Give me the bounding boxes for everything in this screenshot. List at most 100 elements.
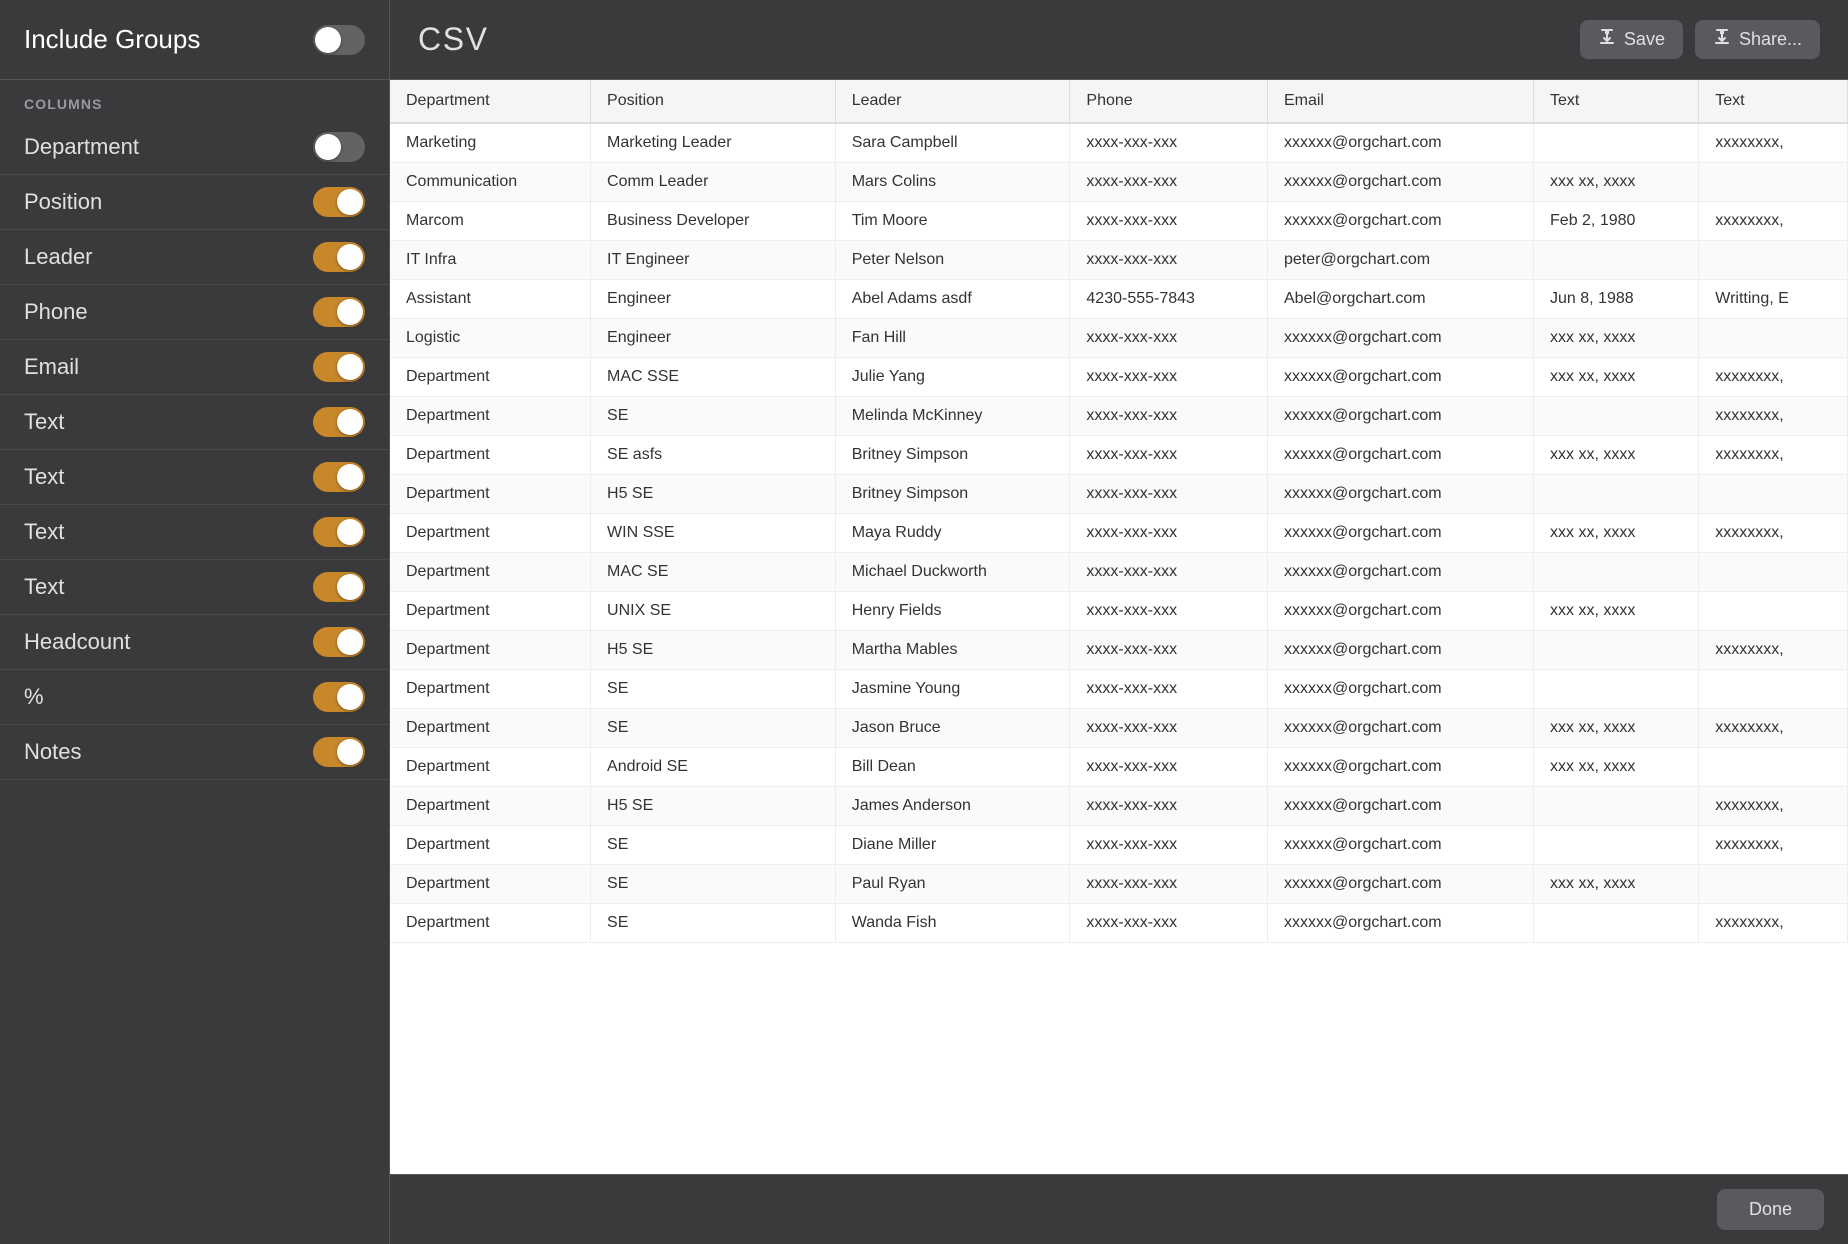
table-cell: Abel@orgchart.com: [1267, 280, 1533, 319]
table-row: CommunicationComm LeaderMars Colinsxxxx-…: [390, 163, 1848, 202]
table-cell: [1699, 163, 1848, 202]
column-toggle[interactable]: [313, 242, 365, 272]
table-column-header: Email: [1267, 80, 1533, 123]
table-cell: [1699, 319, 1848, 358]
table-cell: Britney Simpson: [835, 436, 1070, 475]
share-button[interactable]: Share...: [1695, 20, 1820, 59]
table-cell: xxxx-xxx-xxx: [1070, 670, 1268, 709]
table-cell: H5 SE: [591, 475, 836, 514]
table-cell: xxx xx, xxxx: [1534, 358, 1699, 397]
column-toggle[interactable]: [313, 517, 365, 547]
table-cell: xxxx-xxx-xxx: [1070, 826, 1268, 865]
table-cell: Britney Simpson: [835, 475, 1070, 514]
table-cell: xxxxxx@orgchart.com: [1267, 163, 1533, 202]
table-column-header: Position: [591, 80, 836, 123]
table-cell: Marketing Leader: [591, 123, 836, 163]
table-cell: xxx xx, xxxx: [1534, 709, 1699, 748]
table-cell: Tim Moore: [835, 202, 1070, 241]
save-label: Save: [1624, 29, 1665, 50]
table-cell: [1534, 787, 1699, 826]
column-item: Headcount: [0, 615, 389, 670]
table-cell: Abel Adams asdf: [835, 280, 1070, 319]
sidebar-header: Include Groups: [0, 0, 389, 80]
column-toggle[interactable]: [313, 187, 365, 217]
table-cell: Department: [390, 670, 591, 709]
table-cell: xxx xx, xxxx: [1534, 865, 1699, 904]
table-cell: Logistic: [390, 319, 591, 358]
table-cell: James Anderson: [835, 787, 1070, 826]
table-row: DepartmentUNIX SEHenry Fieldsxxxx-xxx-xx…: [390, 592, 1848, 631]
main-panel: CSV Save: [390, 0, 1848, 1244]
table-cell: Wanda Fish: [835, 904, 1070, 943]
table-row: DepartmentSEJason Brucexxxx-xxx-xxxxxxxx…: [390, 709, 1848, 748]
column-toggle[interactable]: [313, 297, 365, 327]
column-item-label: Email: [24, 354, 79, 380]
table-cell: Department: [390, 436, 591, 475]
table-cell: [1699, 475, 1848, 514]
table-cell: Martha Mables: [835, 631, 1070, 670]
table-cell: Android SE: [591, 748, 836, 787]
table-row: DepartmentWIN SSEMaya Ruddyxxxx-xxx-xxxx…: [390, 514, 1848, 553]
column-item: Phone: [0, 285, 389, 340]
column-item-label: Position: [24, 189, 102, 215]
column-item: Email: [0, 340, 389, 395]
table-cell: [1699, 670, 1848, 709]
table-cell: xxxxxxxx,: [1699, 436, 1848, 475]
table-column-header: Phone: [1070, 80, 1268, 123]
table-cell: Julie Yang: [835, 358, 1070, 397]
table-cell: xxxx-xxx-xxx: [1070, 397, 1268, 436]
table-cell: xxxxxx@orgchart.com: [1267, 514, 1533, 553]
table-cell: xxxxxxxx,: [1699, 826, 1848, 865]
table-cell: Henry Fields: [835, 592, 1070, 631]
table-column-header: Text: [1534, 80, 1699, 123]
table-cell: xxxxxxxx,: [1699, 787, 1848, 826]
column-toggle[interactable]: [313, 352, 365, 382]
table-cell: UNIX SE: [591, 592, 836, 631]
table-cell: [1534, 904, 1699, 943]
table-cell: [1534, 826, 1699, 865]
table-row: DepartmentSEWanda Fishxxxx-xxx-xxxxxxxxx…: [390, 904, 1848, 943]
table-cell: xxxx-xxx-xxx: [1070, 358, 1268, 397]
table-cell: xxxx-xxx-xxx: [1070, 865, 1268, 904]
column-toggle[interactable]: [313, 682, 365, 712]
table-cell: xxxxxx@orgchart.com: [1267, 202, 1533, 241]
include-groups-label: Include Groups: [24, 24, 200, 55]
save-button[interactable]: Save: [1580, 20, 1683, 59]
table-cell: Department: [390, 553, 591, 592]
column-item-label: Phone: [24, 299, 88, 325]
table-cell: xxxxxx@orgchart.com: [1267, 592, 1533, 631]
table-cell: xxxxxxxx,: [1699, 202, 1848, 241]
done-button[interactable]: Done: [1717, 1189, 1824, 1230]
include-groups-toggle[interactable]: [313, 25, 365, 55]
table-cell: peter@orgchart.com: [1267, 241, 1533, 280]
table-cell: Assistant: [390, 280, 591, 319]
table-cell: H5 SE: [591, 631, 836, 670]
column-item-label: Text: [24, 464, 64, 490]
column-toggle[interactable]: [313, 737, 365, 767]
column-item-label: Headcount: [24, 629, 130, 655]
table-cell: xxxx-xxx-xxx: [1070, 163, 1268, 202]
table-cell: xxxx-xxx-xxx: [1070, 319, 1268, 358]
table-cell: xxxx-xxx-xxx: [1070, 553, 1268, 592]
app-container: Include Groups COLUMNS DepartmentPositio…: [0, 0, 1848, 1244]
column-toggle[interactable]: [313, 572, 365, 602]
column-toggle[interactable]: [313, 462, 365, 492]
table-cell: xxx xx, xxxx: [1534, 436, 1699, 475]
table-cell: xxxx-xxx-xxx: [1070, 475, 1268, 514]
table-cell: xxxxxx@orgchart.com: [1267, 865, 1533, 904]
table-cell: xxxx-xxx-xxx: [1070, 241, 1268, 280]
table-cell: Department: [390, 397, 591, 436]
table-cell: xxxxxxxx,: [1699, 631, 1848, 670]
table-cell: Diane Miller: [835, 826, 1070, 865]
column-toggle[interactable]: [313, 627, 365, 657]
table-cell: xxxxxx@orgchart.com: [1267, 475, 1533, 514]
table-cell: Melinda McKinney: [835, 397, 1070, 436]
table-cell: Paul Ryan: [835, 865, 1070, 904]
table-cell: xxxxxx@orgchart.com: [1267, 319, 1533, 358]
column-toggle[interactable]: [313, 407, 365, 437]
table-cell: Department: [390, 514, 591, 553]
data-table: DepartmentPositionLeaderPhoneEmailTextTe…: [390, 80, 1848, 943]
column-toggle[interactable]: [313, 132, 365, 162]
table-cell: xxxxxx@orgchart.com: [1267, 670, 1533, 709]
column-item-label: Notes: [24, 739, 81, 765]
